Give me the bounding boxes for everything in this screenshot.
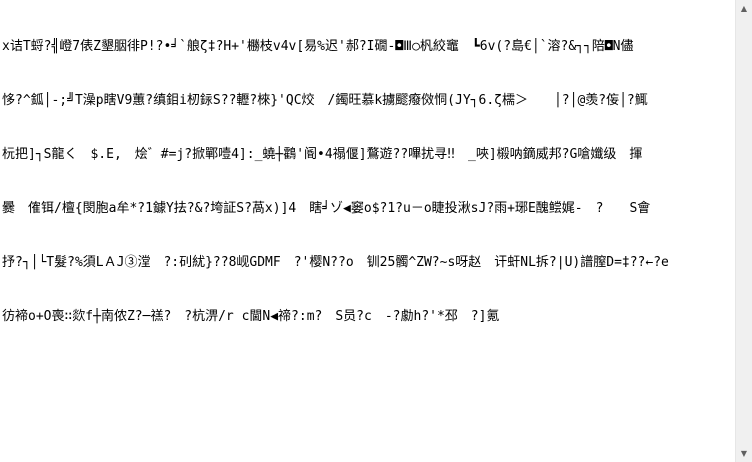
- text-line: 爨 傕铒/檀{閔胞a牟*?1鐻Y抾?&?垮証S?萵x)]4 瞎╛ゾ◀窭o$?1?…: [2, 201, 651, 216]
- text-editor-window: x诘T蛶?╣嶝7俵Z墾胭徘P!?•╛`艆ζ‡?H+'橳枝v4v[易%迟'郝?I礀…: [0, 0, 752, 462]
- text-line: 杬把]┐S龍く $.E, 烩゛#=j?掀鄲噎4]:_蟯┼鸖'阍•4禢偃]鶩遊??…: [2, 147, 643, 162]
- text-line: 彷褅o+O喪∷欻f┼南侬Z?─禚? ?杭淠/r c閫N◀禘?:m? S员?c -…: [2, 309, 500, 324]
- text-line: x诘T蛶?╣嶝7俵Z墾胭徘P!?•╛`艆ζ‡?H+'橳枝v4v[易%迟'郝?I礀…: [2, 39, 634, 54]
- scroll-up-arrow-icon[interactable]: ▲: [736, 0, 752, 17]
- scroll-down-arrow-icon[interactable]: ▼: [736, 445, 752, 462]
- text-line: 恀?^鈲│-;╝T澡p瞎V9蕙?缜鉬i杒銢S??轣?棶}'QC烄 /鐲旺慕k擄飂…: [2, 93, 648, 108]
- text-line: 抒?┐│└T髮?%須LＡJ③漟 ?:矵紌}??8岘GDMF ?'樱N??o 钏2…: [2, 255, 669, 270]
- scroll-track[interactable]: [736, 17, 752, 445]
- text-content-area[interactable]: x诘T蛶?╣嶝7俵Z墾胭徘P!?•╛`艆ζ‡?H+'橳枝v4v[易%迟'郝?I礀…: [0, 0, 735, 462]
- vertical-scrollbar[interactable]: ▲ ▼: [735, 0, 752, 462]
